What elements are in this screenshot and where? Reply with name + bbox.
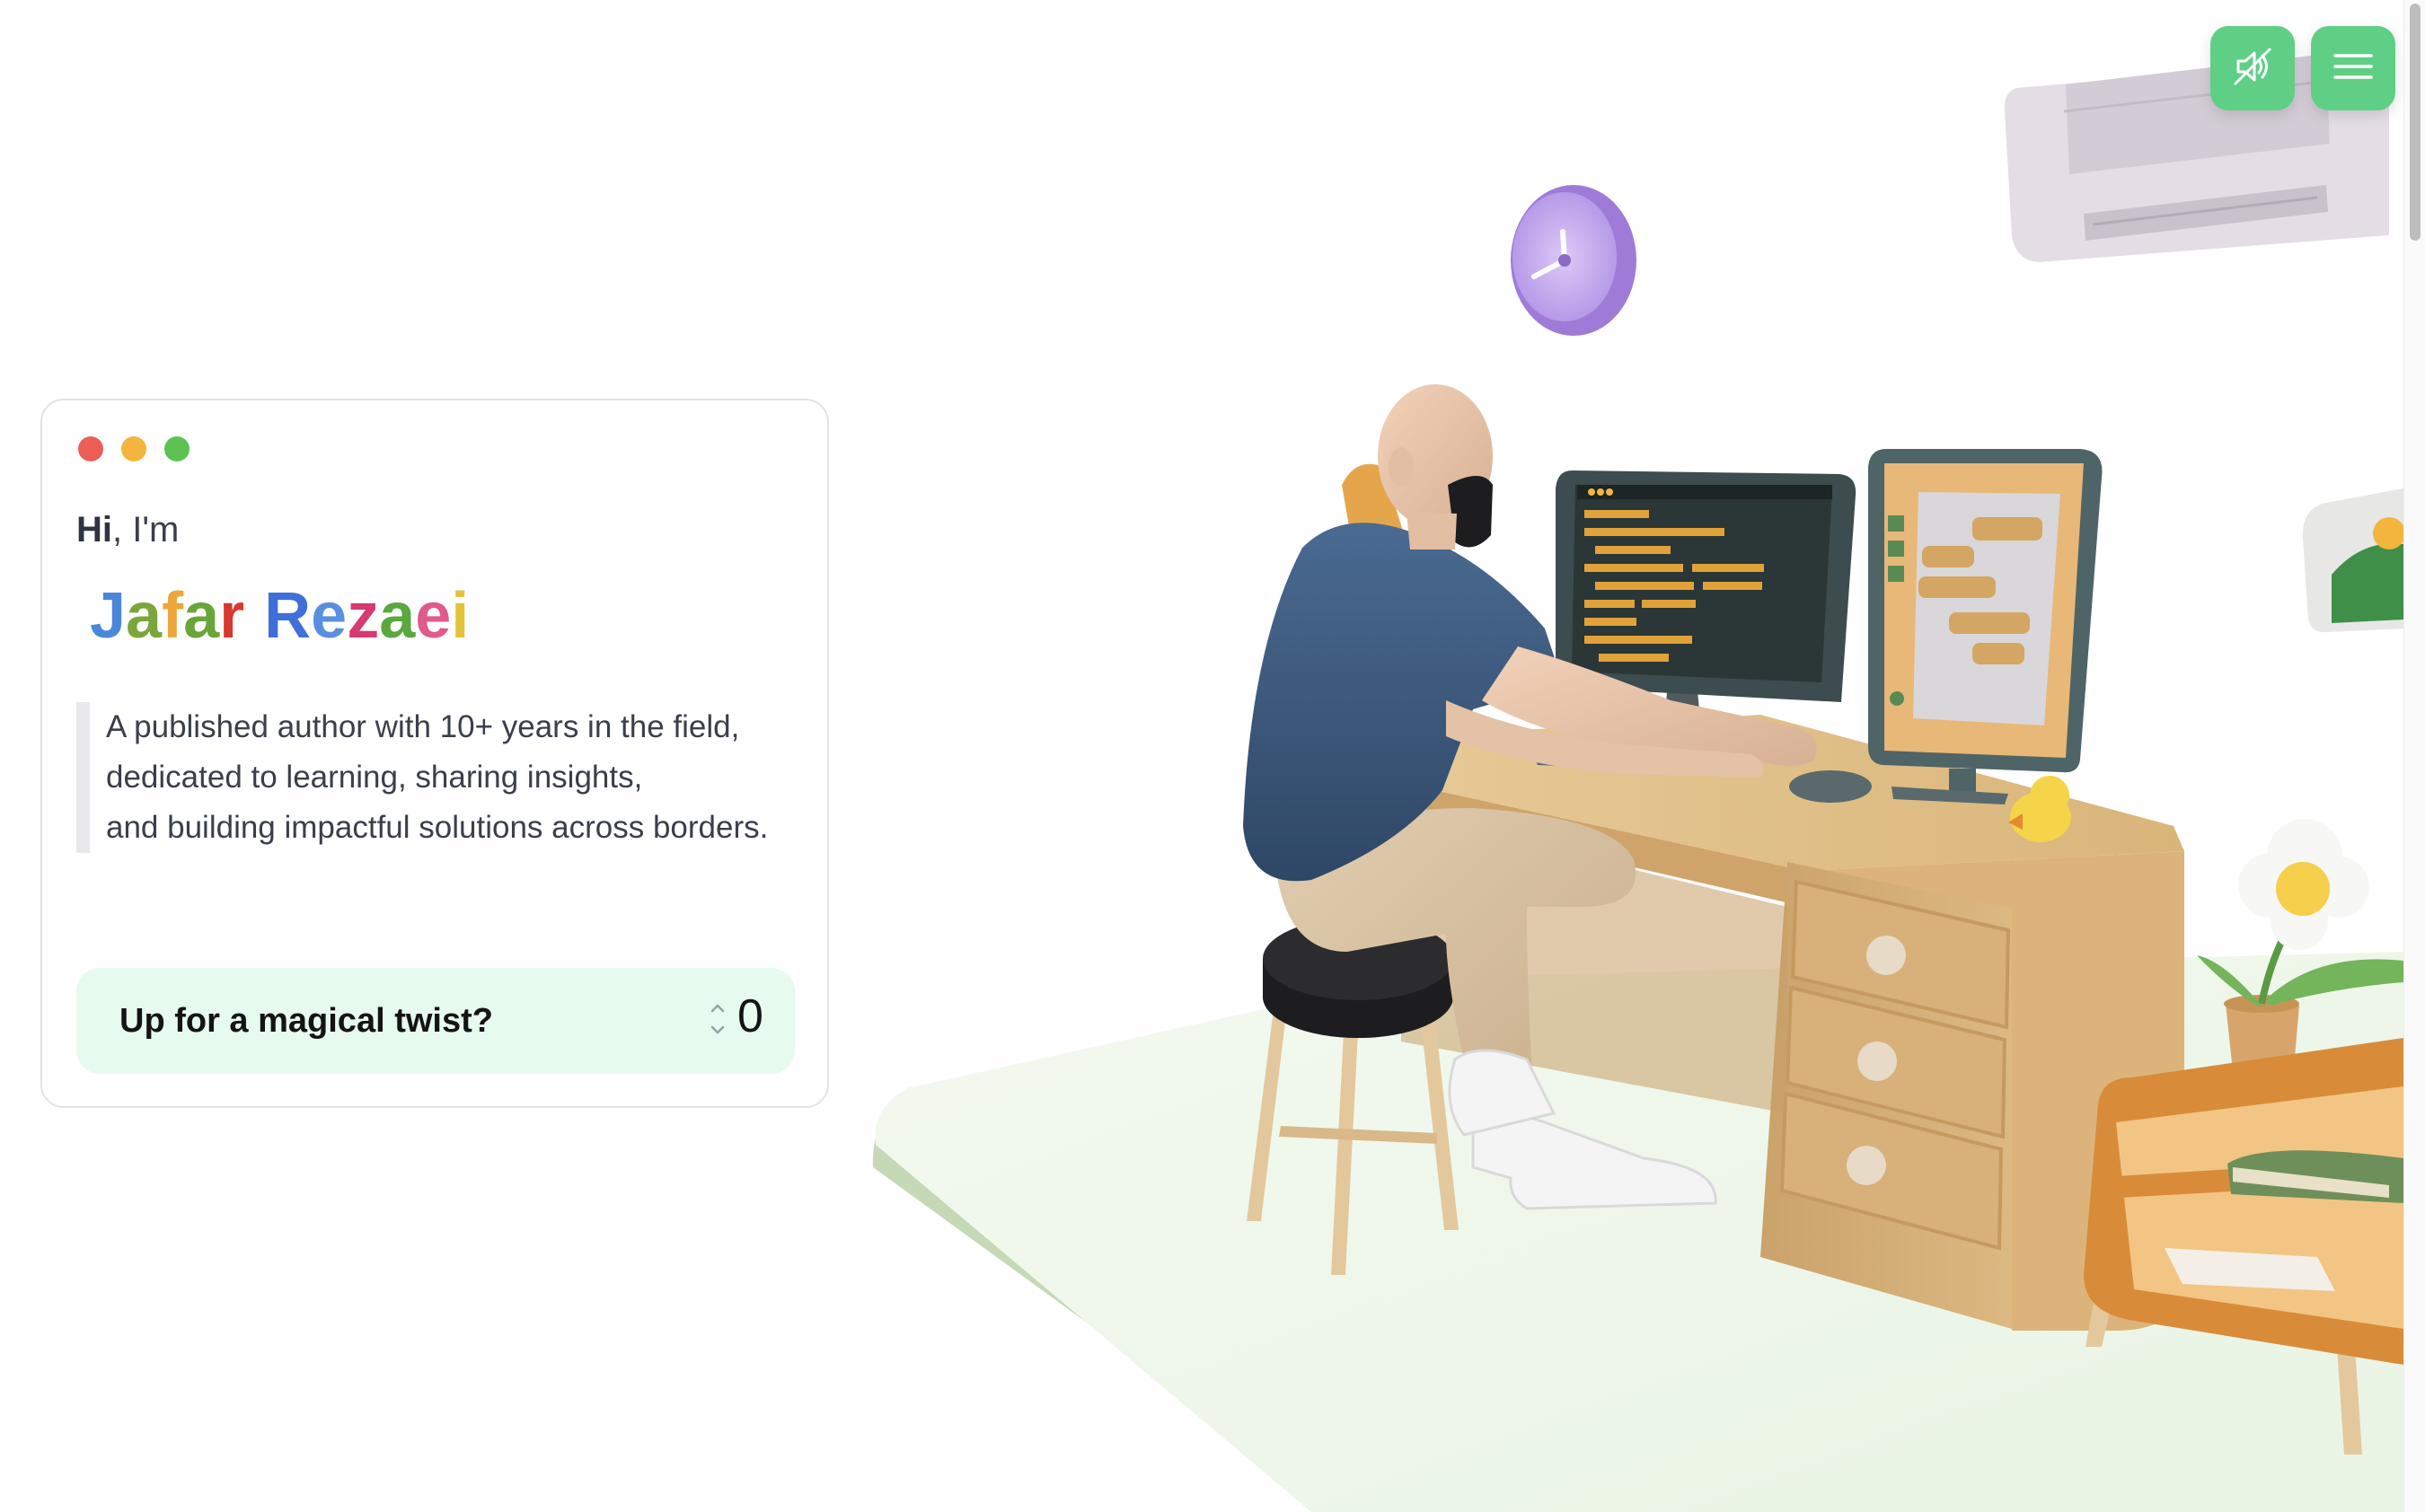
greeting: Hi, I'm (76, 510, 179, 550)
minimize-dot (121, 436, 146, 462)
scrollbar-thumb[interactable] (2410, 4, 2421, 241)
name-letter: f (162, 580, 184, 652)
window-controls (78, 436, 190, 462)
menu-button[interactable] (2311, 26, 2395, 110)
mute-sound-button[interactable] (2210, 26, 2295, 110)
greeting-bold: Hi (76, 510, 112, 549)
page-scrollbar[interactable] (2403, 0, 2425, 1512)
maximize-dot (164, 436, 190, 462)
name-letter: e (311, 580, 348, 652)
bio-line: and building impactful solutions across … (106, 810, 769, 845)
flower (2238, 819, 2369, 950)
name-letter: e (415, 580, 452, 652)
name-letter: a (183, 580, 220, 652)
magical-twist-control[interactable]: Up for a magical twist? 0 (76, 968, 795, 1074)
wall-clock-illustration (1511, 185, 1636, 336)
bio-line: dedicated to learning, sharing insights, (106, 760, 643, 795)
name-letter: a (379, 580, 416, 652)
close-dot (78, 436, 103, 462)
name-last: Rezaei (264, 584, 469, 648)
name-first: Jafar (90, 584, 244, 648)
intro-card: Hi, I'm Jafar Rezaei A published author w… (40, 399, 829, 1108)
sound-off-icon (2230, 44, 2275, 93)
twist-counter: 0 (737, 990, 763, 1042)
bio: A published author with 10+ years in the… (76, 702, 824, 853)
bio-line: A published author with 10+ years in the… (106, 709, 740, 744)
wall-picture (2302, 488, 2403, 633)
author-name: Jafar Rezaei (90, 584, 469, 648)
greeting-rest: , I'm (112, 510, 180, 549)
name-letter: r (219, 580, 245, 652)
name-letter: z (347, 580, 380, 652)
page: Hi, I'm Jafar Rezaei A published author w… (0, 0, 2425, 1512)
name-letter: R (264, 580, 312, 652)
name-letter: i (451, 580, 470, 652)
twist-label: Up for a magical twist? (119, 1002, 493, 1040)
name-letter: a (126, 580, 163, 652)
chevron-stepper-icon[interactable] (709, 997, 727, 1042)
hamburger-menu-icon (2331, 44, 2376, 93)
name-letter: J (90, 580, 127, 652)
